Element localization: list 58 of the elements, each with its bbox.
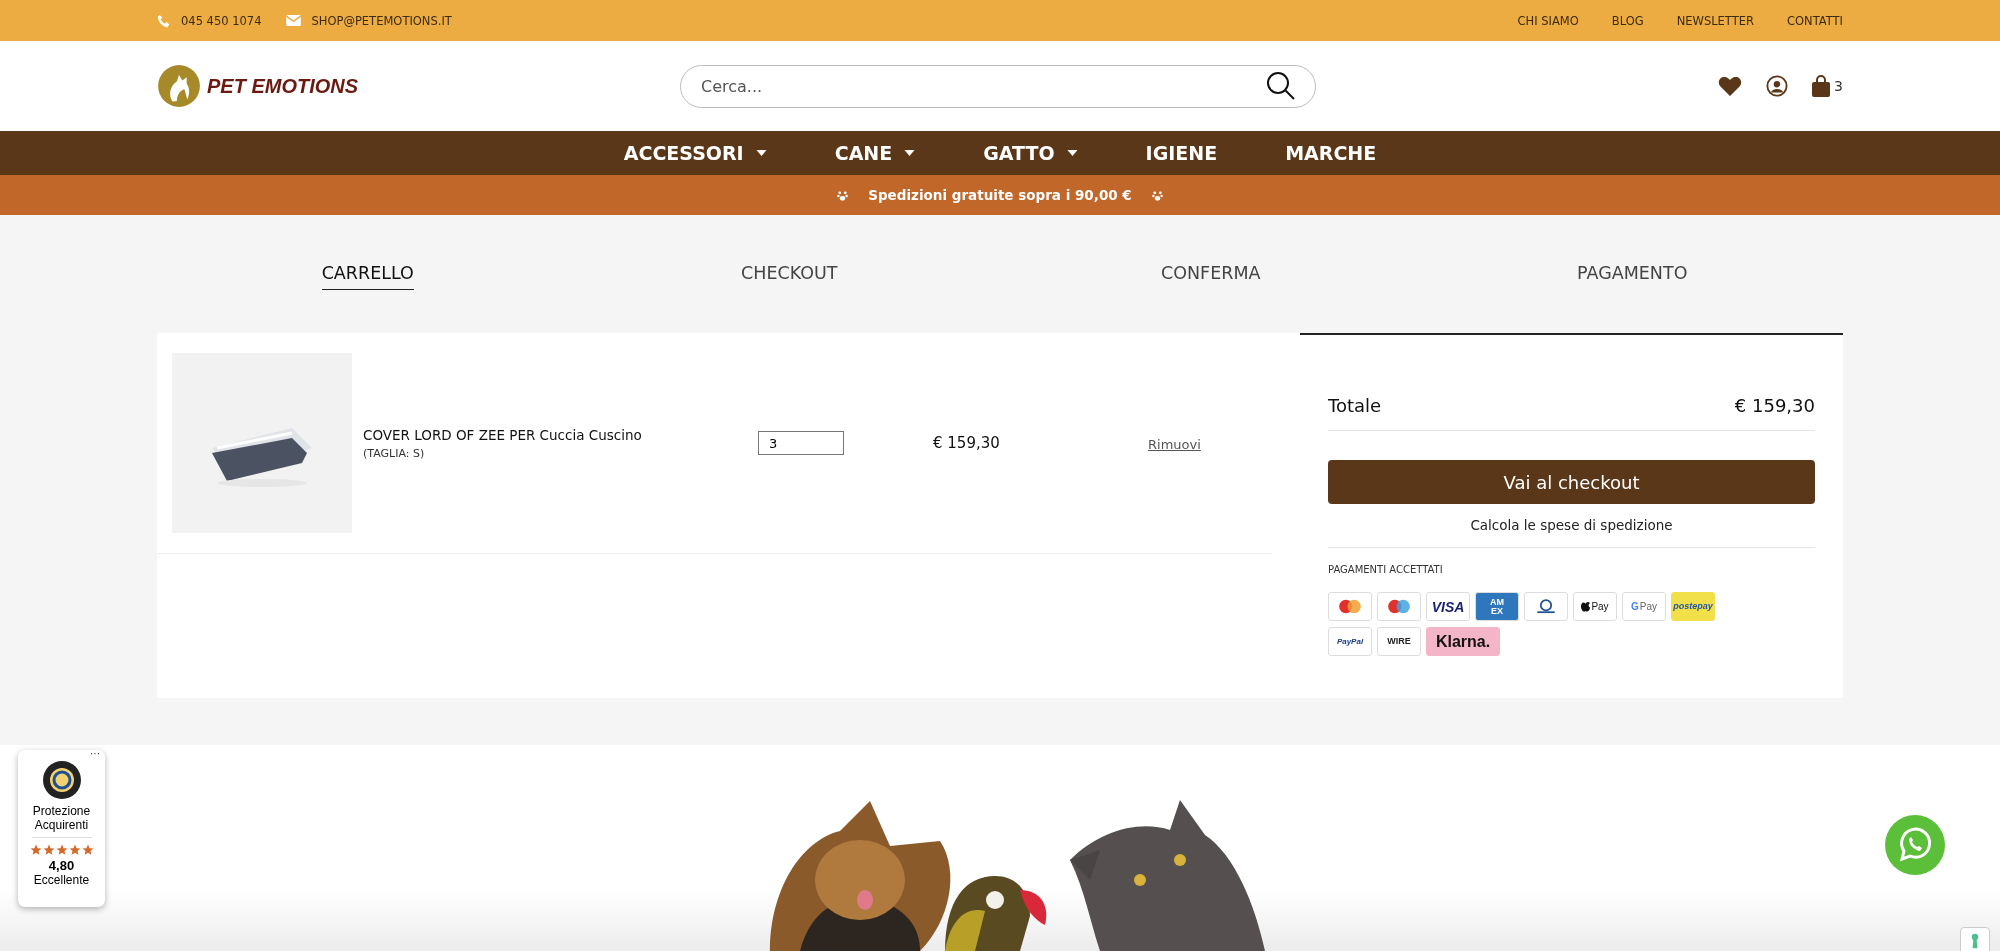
- badge-title: Protezione Acquirenti: [31, 804, 92, 838]
- email-link[interactable]: SHOP@PETEMOTIONS.IT: [311, 13, 452, 28]
- rating-verdict: Eccellente: [33, 872, 90, 887]
- phone-number[interactable]: 045 450 1074: [181, 13, 262, 28]
- menu-dots[interactable]: ···: [90, 748, 100, 759]
- total-amount: € 159,30: [1734, 395, 1815, 416]
- heart-icon[interactable]: [1718, 75, 1743, 97]
- seal-icon: [41, 760, 82, 800]
- product-name[interactable]: COVER LORD OF ZEE PER Cuccia Cuscino: [363, 426, 758, 443]
- nav-item[interactable]: ACCESSORI: [589, 142, 801, 164]
- product-variant: (TAGLIA: S): [363, 446, 426, 460]
- nav-item[interactable]: IGIENE: [1111, 142, 1252, 164]
- payment-logo: postepay: [1671, 592, 1715, 621]
- step-tab[interactable]: PAGAMENTO: [1577, 263, 1688, 289]
- top-link[interactable]: BLOG: [1611, 13, 1644, 28]
- pet-logo-icon: [157, 64, 201, 108]
- total-label: Totale: [1328, 395, 1382, 416]
- shipping-link[interactable]: Calcola le spese di spedizione: [1470, 517, 1673, 533]
- step-tab[interactable]: CARRELLO: [321, 263, 414, 290]
- payment-logo: Pay: [1573, 592, 1617, 621]
- search-icon[interactable]: [1266, 70, 1296, 101]
- paw-icon: [1151, 189, 1163, 201]
- payment-logo: [1524, 592, 1568, 621]
- payment-logo: VISA: [1426, 592, 1470, 621]
- top-link[interactable]: CONTATTI: [1786, 13, 1843, 28]
- search-field[interactable]: Cerca...: [680, 64, 1316, 108]
- payment-logo: Klarna.: [1426, 627, 1500, 656]
- caret-icon: [904, 150, 916, 156]
- payments-title: PAGAMENTI ACCETTATI: [1328, 564, 1444, 575]
- logo-text[interactable]: PET EMOTIONS: [207, 74, 359, 98]
- user-icon[interactable]: [1766, 75, 1789, 97]
- payment-logo: PayPal: [1328, 627, 1372, 656]
- quantity-field[interactable]: 3: [758, 431, 844, 455]
- cart-count: 3: [1834, 78, 1843, 94]
- nav-item[interactable]: MARCHE: [1251, 142, 1411, 164]
- payment-logo: WIRE: [1377, 627, 1421, 656]
- nav-item[interactable]: GATTO: [949, 142, 1112, 164]
- payment-logo: [1328, 592, 1372, 621]
- nav-item[interactable]: CANE: [800, 142, 950, 164]
- remove-link[interactable]: Rimuovi: [1148, 436, 1201, 452]
- payment-logo: GPay: [1622, 592, 1666, 621]
- mail-icon: [286, 15, 302, 26]
- promo-text: Spedizioni gratuite sopra i 90,00 €: [868, 187, 1132, 203]
- step-tab[interactable]: CHECKOUT: [741, 263, 838, 289]
- caret-icon: [1066, 150, 1078, 156]
- phone-icon: [157, 13, 171, 28]
- checkout-button[interactable]: Vai al checkout: [1328, 460, 1815, 504]
- top-link[interactable]: CHI SIAMO: [1517, 13, 1579, 28]
- caret-icon: [755, 150, 767, 156]
- item-price: € 159,30: [933, 434, 1001, 452]
- paw-icon: [837, 189, 849, 201]
- step-tab[interactable]: CONFERMA: [1161, 263, 1261, 289]
- top-link[interactable]: NEWSLETTER: [1676, 13, 1754, 28]
- rating-value: 4,80: [48, 857, 75, 873]
- payment-logo: AM EX: [1475, 592, 1519, 621]
- bag-icon[interactable]: [1812, 75, 1831, 97]
- payment-logo: [1377, 592, 1421, 621]
- trust-badge[interactable]: ··· Protezione Acquirenti 4,80 Eccellente: [18, 750, 105, 907]
